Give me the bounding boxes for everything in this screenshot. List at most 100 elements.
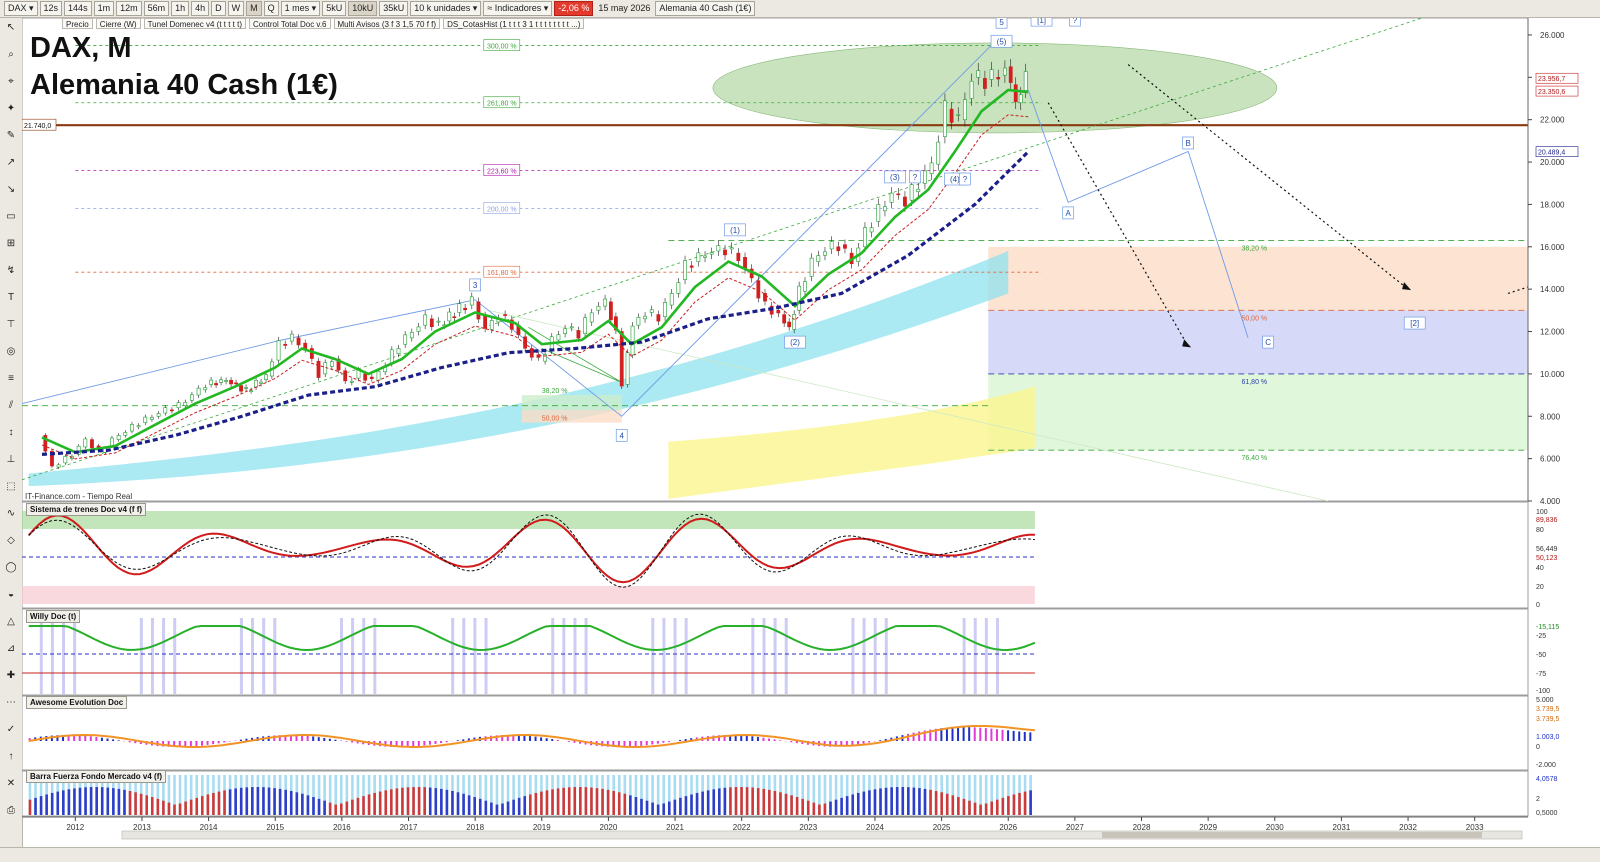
barra-axis-label: 4,0578 — [1536, 776, 1558, 783]
unit-button-35ku[interactable]: 35kU — [379, 1, 408, 16]
symbol-selector[interactable]: DAX ▾ — [4, 1, 38, 16]
text-icon[interactable]: T — [5, 292, 17, 304]
candle — [184, 402, 187, 405]
barra-bar — [212, 793, 215, 815]
x-tick-label: 2023 — [799, 823, 817, 832]
vertical-icon[interactable]: ↕ — [5, 427, 17, 439]
line-down-icon[interactable]: ↘ — [5, 184, 17, 196]
period-button-1h[interactable]: 1h — [171, 1, 189, 16]
fib-extension-label: 161,80 % — [487, 270, 517, 277]
check-icon[interactable]: ✓ — [5, 724, 17, 736]
chart-canvas[interactable]: 300,00 %261,80 %223,60 %200,00 %161,80 %… — [22, 18, 1600, 846]
wave-icon[interactable]: ∿ — [5, 508, 17, 520]
crosshair-icon[interactable]: ⌖ — [5, 76, 17, 88]
panel-label-willy[interactable]: Willy Doc (t) — [26, 610, 80, 623]
candle — [84, 439, 87, 447]
tline-icon[interactable]: ⊤ — [5, 319, 17, 331]
instrument-tab[interactable]: Alemania 40 Cash (1€) — [655, 1, 755, 16]
indicator-tag[interactable]: Tunel Domenec v4 (t t t t t) — [144, 18, 246, 29]
awesome-bar — [879, 740, 881, 741]
magic-icon[interactable]: ✦ — [5, 103, 17, 115]
diamond-icon[interactable]: ◇ — [5, 535, 17, 547]
candle — [239, 386, 242, 392]
barra-axis-label: 0,5000 — [1536, 810, 1558, 817]
candle — [997, 77, 1000, 79]
barra-bar — [746, 787, 749, 815]
awesome-panel[interactable] — [22, 696, 1528, 770]
candle — [164, 408, 167, 413]
angle-icon[interactable]: ⊿ — [5, 643, 17, 655]
period-button-4h[interactable]: 4h — [191, 1, 209, 16]
x-tick-label: 2015 — [266, 823, 284, 832]
period-button-144s[interactable]: 144s — [64, 1, 92, 16]
range-selector[interactable]: 1 mes ▾ — [281, 1, 321, 16]
arc-icon[interactable]: ◒ — [5, 589, 17, 601]
period-button-q[interactable]: Q — [264, 1, 279, 16]
willy-bar — [963, 618, 966, 694]
delete-icon[interactable]: ✕ — [5, 778, 17, 790]
period-button-56m[interactable]: 56m — [144, 1, 170, 16]
candle — [350, 381, 353, 382]
awesome-bar — [207, 741, 209, 745]
period-button-w[interactable]: W — [228, 1, 245, 16]
candle — [697, 253, 700, 262]
arrow-icon[interactable]: ↑ — [5, 751, 17, 763]
box-icon[interactable]: ⬚ — [5, 481, 17, 493]
barra-bar — [79, 788, 82, 815]
panel-label-awesome[interactable]: Awesome Evolution Doc — [26, 696, 127, 709]
rectangle-icon[interactable]: ▭ — [5, 211, 17, 223]
barra-bar — [101, 787, 104, 815]
candle — [249, 391, 252, 392]
unit-button-5ku[interactable]: 5kU — [322, 1, 346, 16]
print-icon[interactable]: ⎙ — [5, 805, 17, 817]
candle — [670, 293, 673, 305]
pencil-icon[interactable]: ✎ — [5, 130, 17, 142]
candle — [110, 438, 113, 446]
indicators-button[interactable]: ≈ Indicadores ▾ — [483, 1, 552, 16]
candle — [1014, 85, 1017, 102]
candle — [937, 142, 940, 164]
indicator-tag[interactable]: DS_CotasHist (1 t t t 3 1 t t t t t t t … — [443, 18, 584, 29]
unit-button-10ku[interactable]: 10kU — [348, 1, 377, 16]
awesome-bar — [101, 738, 103, 741]
period-button-m[interactable]: M — [246, 1, 262, 16]
barra-bar — [34, 798, 37, 815]
horizontal-icon[interactable]: ⊥ — [5, 454, 17, 466]
price-tag: 20.489,4 — [1538, 150, 1565, 157]
period-button-12s[interactable]: 12s — [40, 1, 63, 16]
indicator-tag[interactable]: Control Total Doc v.6 — [249, 18, 331, 29]
wave-label: C — [1265, 338, 1271, 347]
candle — [557, 335, 560, 340]
time-scrollbar-thumb[interactable] — [1102, 832, 1482, 838]
indicator-tag[interactable]: Cierre (W) — [96, 18, 141, 29]
y-tick-label: 14.000 — [1540, 285, 1565, 294]
awesome-bar — [751, 736, 753, 741]
indicator-tag[interactable]: Multi Avisos (3 f 3 1,5 70 f f) — [334, 18, 441, 29]
awesome-bar — [762, 738, 764, 741]
period-button-d[interactable]: D — [211, 1, 226, 16]
fibo-icon[interactable]: ↯ — [5, 265, 17, 277]
line-up-icon[interactable]: ↗ — [5, 157, 17, 169]
indicator-tag[interactable]: Precio — [62, 18, 93, 29]
cursor-icon[interactable]: ↖ — [5, 22, 17, 34]
units-selector[interactable]: 10 k unidades ▾ — [410, 1, 481, 16]
panel-label-trenes[interactable]: Sistema de trenes Doc v4 (f f) — [26, 503, 146, 516]
awesome-bar — [946, 728, 948, 741]
candle — [364, 374, 367, 380]
period-button-1m[interactable]: 1m — [94, 1, 115, 16]
willy-bar — [662, 618, 665, 694]
awesome-bar — [223, 741, 225, 742]
period-button-12m[interactable]: 12m — [116, 1, 142, 16]
dots-icon[interactable]: ⋯ — [5, 697, 17, 709]
parallel-icon[interactable]: ⫽ — [5, 400, 17, 412]
triangle-icon[interactable]: △ — [5, 616, 17, 628]
panel-label-barra[interactable]: Barra Fuerza Fondo Mercado v4 (f) — [26, 770, 166, 783]
circle-tool-icon[interactable]: ◎ — [5, 346, 17, 358]
channel-icon[interactable]: ≡ — [5, 373, 17, 385]
zoom-icon[interactable]: ⌕ — [5, 49, 17, 61]
grid-icon[interactable]: ⊞ — [5, 238, 17, 250]
ellipse-icon[interactable]: ◯ — [5, 562, 17, 574]
plus-icon[interactable]: ✚ — [5, 670, 17, 682]
barra-bar — [701, 792, 704, 815]
wave-label: 3 — [473, 281, 478, 290]
